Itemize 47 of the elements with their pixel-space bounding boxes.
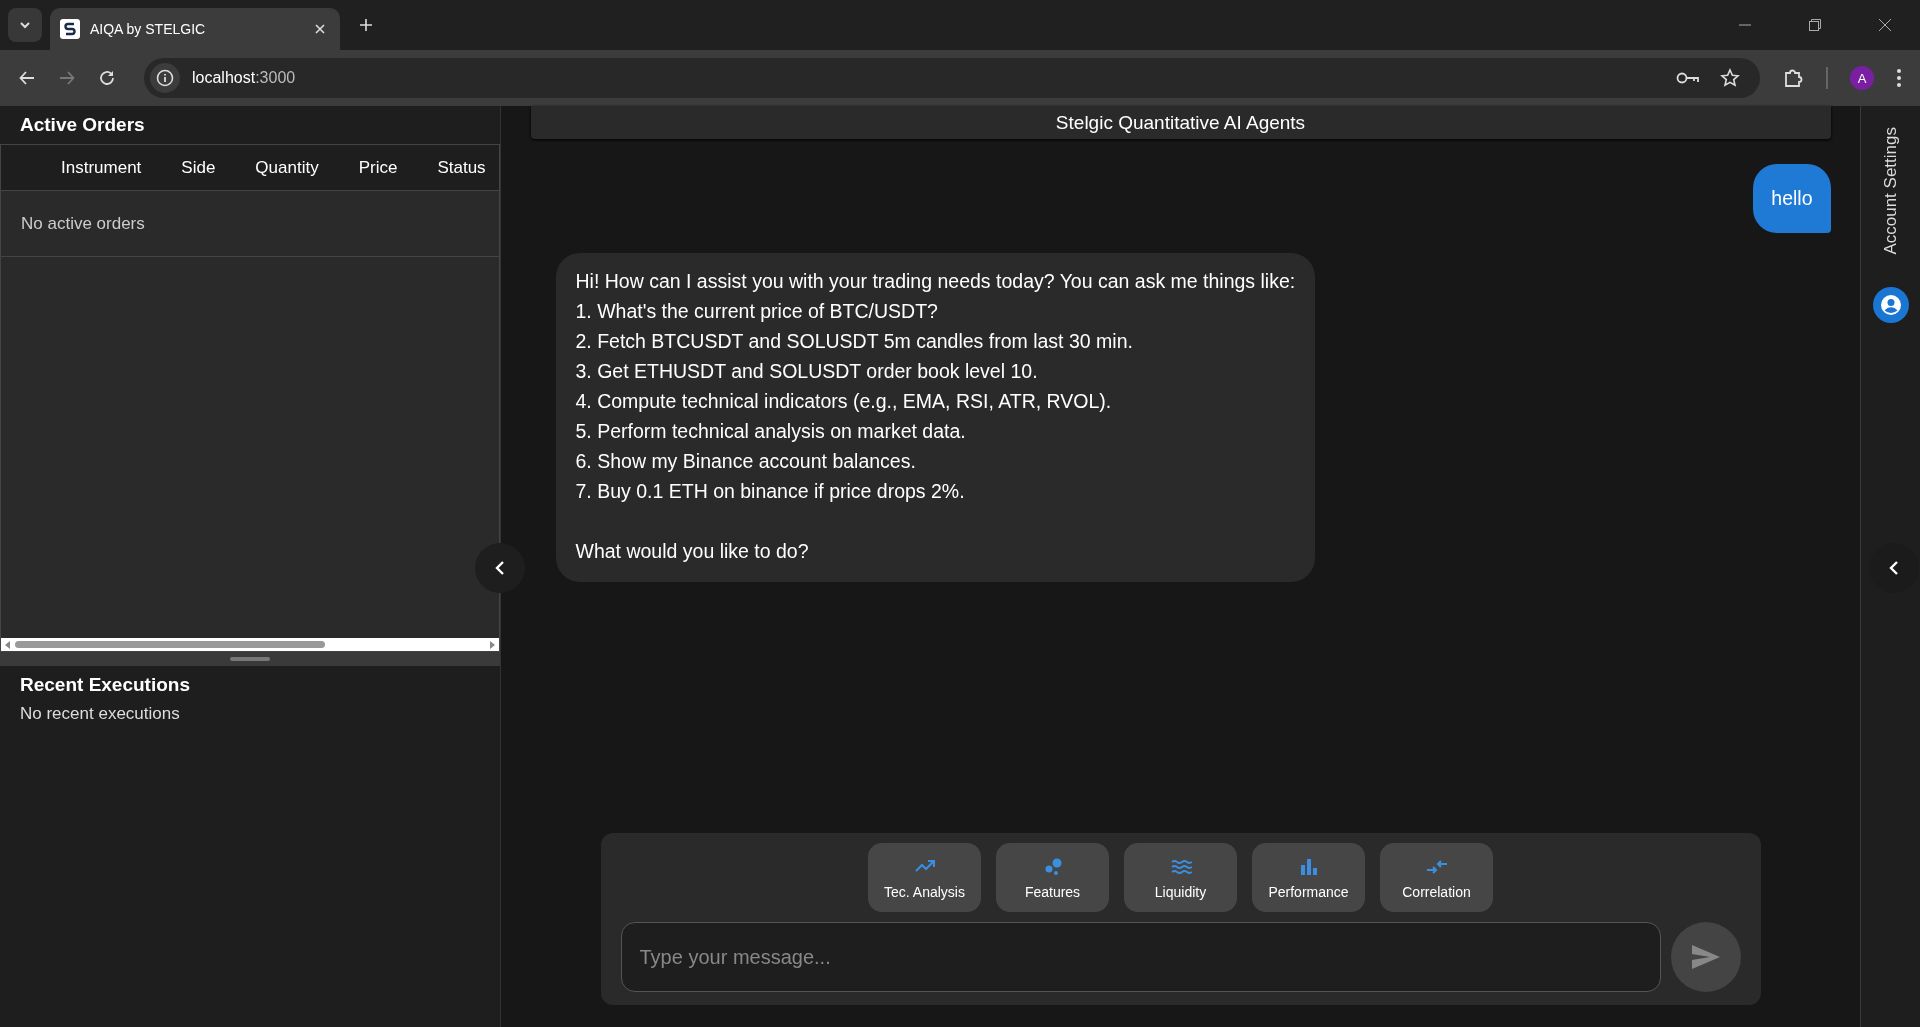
horizontal-scrollbar[interactable] bbox=[1, 638, 499, 651]
quick-action-button[interactable]: Liquidity bbox=[1124, 843, 1237, 912]
chevron-left-icon bbox=[494, 561, 506, 575]
user-message: hello bbox=[1753, 164, 1831, 233]
tab-title: AIQA by STELGIC bbox=[90, 21, 207, 37]
puzzle-piece-icon[interactable] bbox=[1782, 67, 1804, 89]
quick-action-button[interactable]: Performance bbox=[1252, 843, 1365, 912]
key-icon[interactable] bbox=[1676, 71, 1700, 85]
empty-message: No active orders bbox=[21, 213, 145, 234]
chat-header: Stelgic Quantitative AI Agents bbox=[530, 106, 1831, 139]
back-arrow-icon[interactable] bbox=[18, 69, 36, 87]
tab-search-button[interactable] bbox=[8, 8, 42, 42]
scroll-left-icon[interactable] bbox=[4, 639, 12, 650]
resize-handle[interactable] bbox=[230, 657, 270, 661]
quick-action-button[interactable]: Correlation bbox=[1380, 843, 1493, 912]
new-tab-icon[interactable] bbox=[358, 17, 374, 33]
url-port: :3000 bbox=[255, 69, 296, 87]
restore-icon[interactable] bbox=[1808, 18, 1822, 32]
quick-action-button[interactable]: Features bbox=[996, 843, 1109, 912]
empty-message: No recent executions bbox=[20, 704, 181, 724]
chevron-left-icon bbox=[1888, 561, 1900, 575]
send-icon bbox=[1690, 944, 1721, 970]
site-logo-icon bbox=[60, 19, 80, 39]
quick-action-button[interactable]: Tec. Analysis bbox=[868, 843, 981, 912]
browser-tab[interactable]: AIQA by STELGIC bbox=[50, 8, 340, 50]
star-icon[interactable] bbox=[1720, 68, 1740, 88]
scrollbar-thumb[interactable] bbox=[15, 641, 325, 648]
column-header[interactable]: Instrument bbox=[61, 157, 142, 178]
menu-icon[interactable] bbox=[1896, 68, 1902, 88]
info-icon[interactable] bbox=[156, 69, 174, 87]
profile-avatar[interactable]: A bbox=[1850, 66, 1874, 90]
column-header[interactable]: Status bbox=[437, 157, 486, 178]
message-input[interactable]: Type your message... bbox=[620, 922, 1661, 992]
address-bar[interactable]: localhost:3000 bbox=[144, 58, 1760, 98]
column-header[interactable]: Side bbox=[181, 157, 216, 178]
panel-title: Active Orders bbox=[20, 114, 145, 136]
close-icon[interactable] bbox=[1878, 18, 1892, 32]
scroll-right-icon[interactable] bbox=[488, 639, 496, 650]
account-icon[interactable] bbox=[1872, 286, 1909, 323]
assistant-message: Hi! How can I assist you with your trading needs today? You can ask me things like: 1. What's the current price of BTC/USDT? 2. Fetch BTCUSDT and SOLUSDT 5m candles from last 30 min. 3. Get ETHUSDT and SOLUSDT order book level 10. 4. Compute technical indicators (e.g., EMA, RSI, ATR, RVOL). 5. Perform technical analysis on market data. 6. Show my Binance account balances. 7. Buy 0.1 ETH on binance if price drops 2%. What would you like to do? bbox=[555, 253, 1316, 582]
url-host: localhost bbox=[192, 69, 256, 87]
column-header[interactable]: Price bbox=[358, 157, 398, 178]
forward-arrow-icon[interactable] bbox=[58, 69, 76, 87]
account-settings-label[interactable]: Account Settings bbox=[1880, 127, 1901, 255]
column-header[interactable]: Quantity bbox=[255, 157, 319, 178]
reload-icon[interactable] bbox=[98, 69, 116, 87]
panel-title: Recent Executions bbox=[20, 674, 191, 696]
